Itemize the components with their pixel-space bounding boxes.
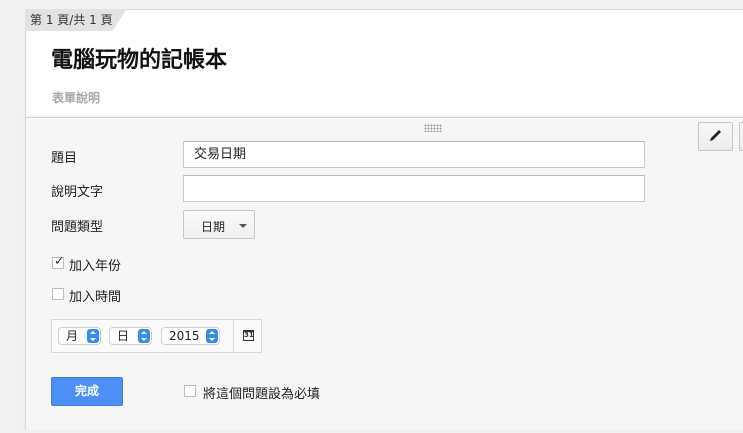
- form-title[interactable]: 電腦玩物的記帳本: [51, 42, 227, 74]
- stepper-arrows-icon: [138, 329, 150, 343]
- calendar-button[interactable]: 31: [233, 320, 262, 352]
- month-value: 月: [66, 329, 79, 343]
- question-type-select[interactable]: 日期: [183, 210, 255, 239]
- question-type-value: 日期: [201, 220, 226, 234]
- form-description[interactable]: 表單說明: [52, 89, 100, 106]
- question-title-label: 題目: [51, 151, 78, 166]
- date-preview: 月 日 2015 31: [51, 319, 262, 353]
- done-button[interactable]: 完成: [51, 377, 123, 406]
- stepper-arrows-icon: [87, 329, 99, 343]
- day-value: 日: [117, 329, 130, 343]
- year-value: 2015: [169, 329, 200, 343]
- help-text-label: 說明文字: [51, 185, 104, 200]
- drag-handle-icon[interactable]: [424, 124, 442, 132]
- more-options-button[interactable]: [739, 122, 743, 151]
- stepper-arrows-icon: [206, 329, 218, 343]
- include-year-label: 加入年份: [69, 259, 122, 274]
- include-time-checkbox[interactable]: [52, 288, 64, 300]
- question-type-label: 問題類型: [51, 220, 104, 235]
- calendar-icon: 31: [243, 330, 254, 341]
- page-indicator: 第 1 頁/共 1 頁: [25, 9, 127, 31]
- edit-question-button[interactable]: [698, 122, 733, 151]
- required-checkbox[interactable]: [184, 385, 196, 397]
- chevron-down-icon: [239, 224, 247, 228]
- month-select[interactable]: 月: [58, 327, 101, 345]
- include-year-checkbox[interactable]: ✓: [52, 254, 65, 269]
- required-label: 將這個問題設為必填: [203, 387, 321, 402]
- year-select[interactable]: 2015: [161, 327, 220, 345]
- checkmark-icon: ✓: [54, 254, 65, 269]
- pencil-icon: [710, 130, 721, 141]
- day-select[interactable]: 日: [109, 327, 152, 345]
- question-title-input[interactable]: [183, 141, 645, 168]
- include-time-label: 加入時間: [69, 290, 122, 305]
- help-text-input[interactable]: [183, 175, 645, 202]
